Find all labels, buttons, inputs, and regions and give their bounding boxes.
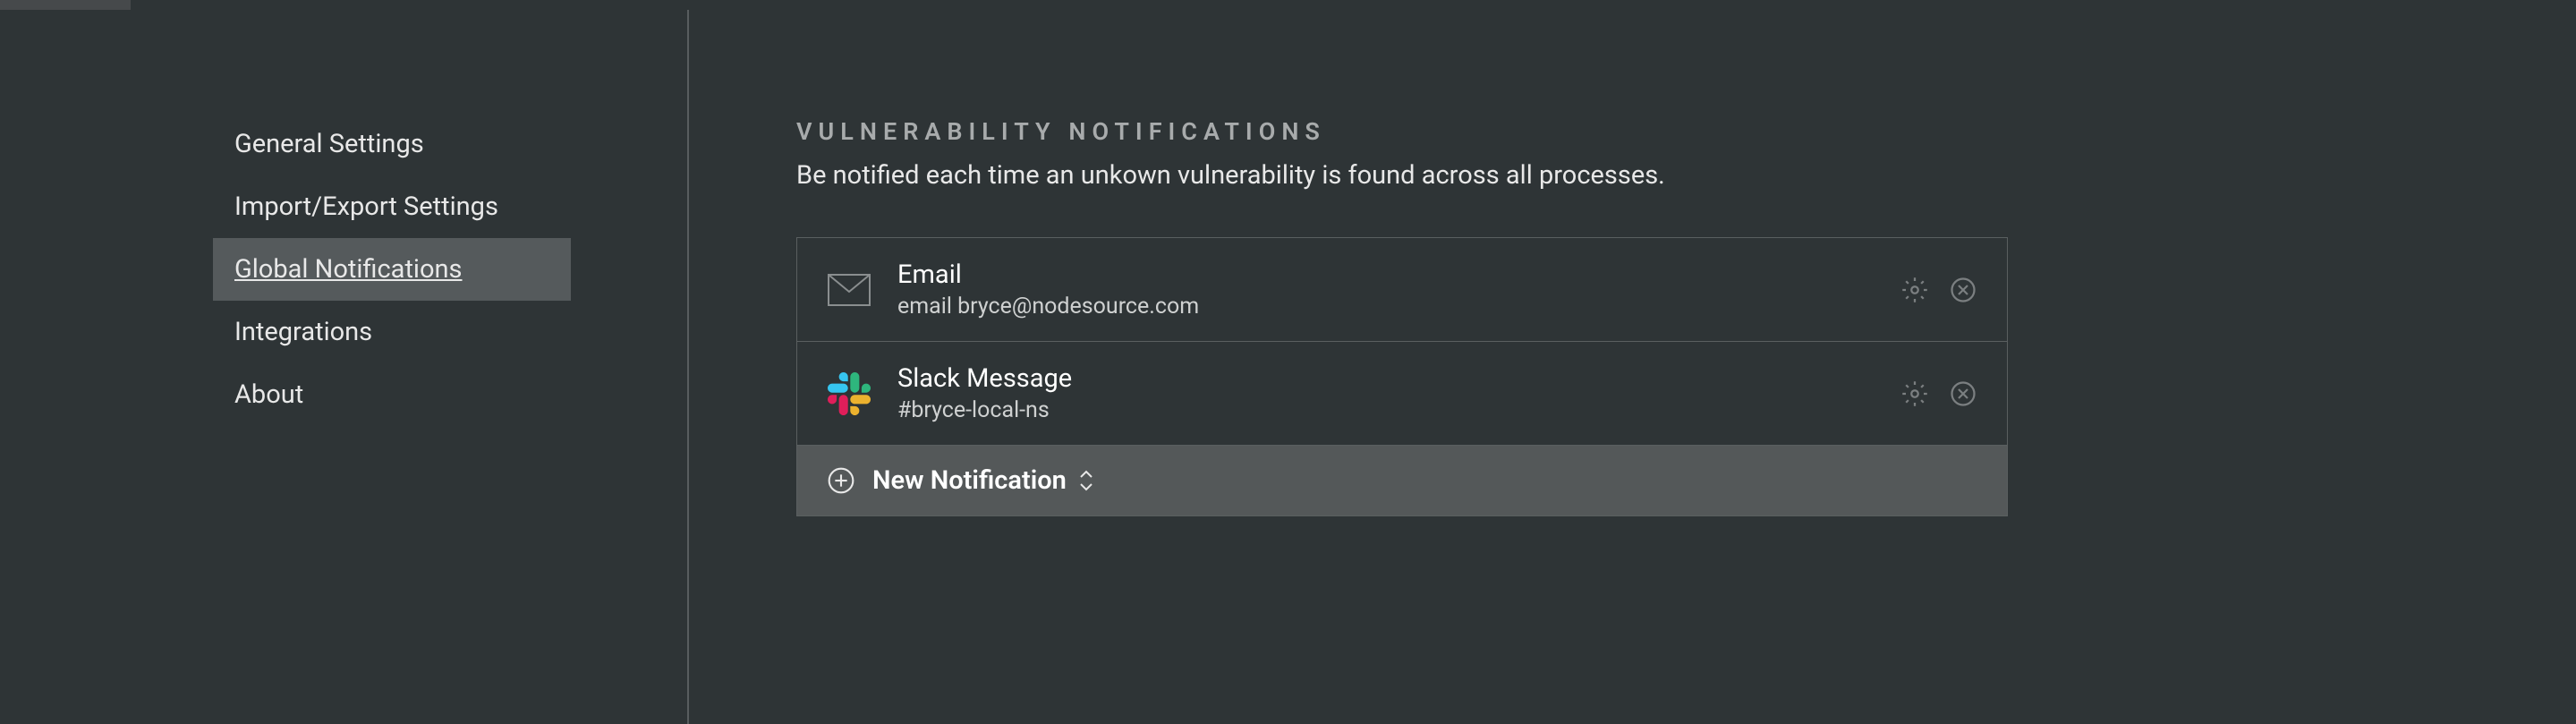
email-icon [826, 267, 872, 313]
section-description: Be notified each time an unkown vulnerab… [796, 160, 2522, 191]
close-icon[interactable] [1948, 379, 1978, 409]
sidebar-item-integrations[interactable]: Integrations [213, 301, 571, 363]
section-title: VULNERABILITY NOTIFICATIONS [796, 117, 2522, 146]
notification-title: Email [897, 260, 1900, 290]
sidebar-item-import-export[interactable]: Import/Export Settings [213, 175, 571, 238]
sidebar: General Settings Import/Export Settings … [0, 10, 689, 724]
sidebar-item-global-notifications[interactable]: Global Notifications [213, 238, 571, 301]
gear-icon[interactable] [1900, 379, 1930, 409]
sidebar-item-about[interactable]: About [213, 363, 571, 426]
notification-list: Email email bryce@nodesource.com [796, 237, 2008, 516]
close-icon[interactable] [1948, 275, 1978, 305]
notification-row-email: Email email bryce@nodesource.com [797, 238, 2007, 342]
notification-subtitle: email bryce@nodesource.com [897, 294, 1900, 319]
sort-icon [1077, 469, 1095, 492]
notification-row-slack: Slack Message #bryce-local-ns [797, 342, 2007, 446]
sidebar-item-general-settings[interactable]: General Settings [213, 113, 571, 175]
plus-circle-icon [826, 465, 856, 496]
notification-title: Slack Message [897, 363, 1900, 394]
slack-icon [826, 371, 872, 417]
notification-subtitle: #bryce-local-ns [897, 397, 1900, 423]
new-notification-label: New Notification [872, 465, 1067, 496]
new-notification-button[interactable]: New Notification [797, 446, 2007, 515]
gear-icon[interactable] [1900, 275, 1930, 305]
main-content: VULNERABILITY NOTIFICATIONS Be notified … [689, 10, 2576, 724]
